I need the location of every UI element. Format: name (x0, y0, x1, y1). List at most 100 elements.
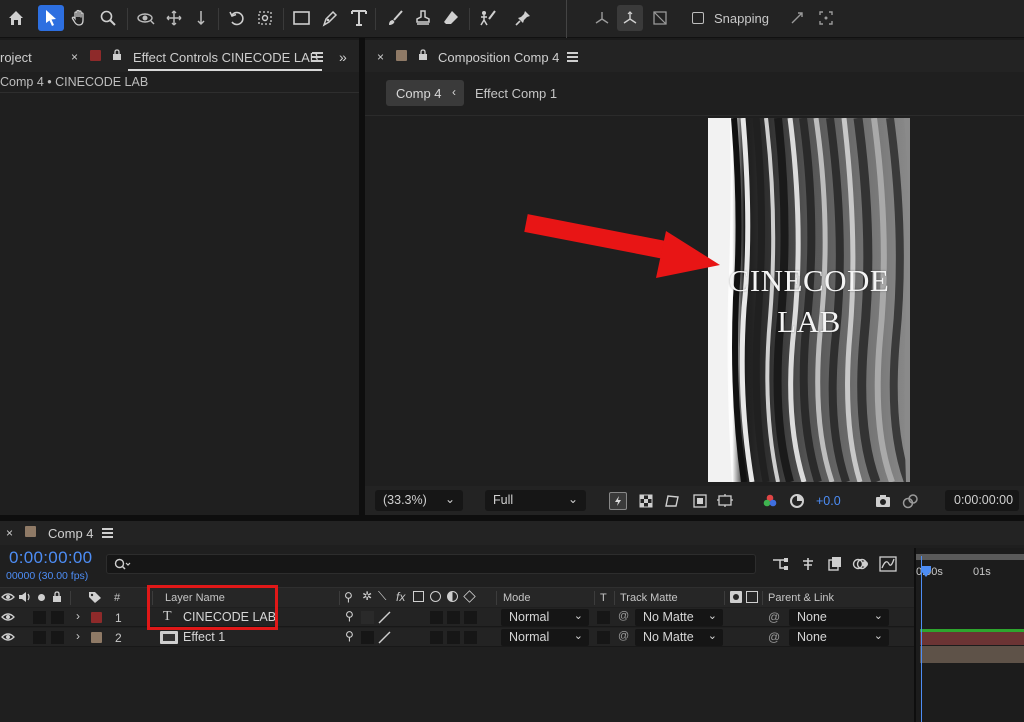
layer-duration-bar[interactable] (920, 646, 1024, 663)
pickwhip-icon[interactable]: @ (618, 630, 629, 642)
layer-label-color[interactable] (91, 632, 102, 643)
anchor-point-tool-icon[interactable] (252, 5, 278, 31)
layer-search-input[interactable] (106, 554, 756, 574)
comp-breadcrumb-nested[interactable]: Effect Comp 1 (475, 86, 557, 101)
layer-row[interactable]: › 1 T CINECODE LAB ⚲ Normal ⌄ @ No Matte… (0, 608, 916, 627)
resolution-dropdown[interactable]: Full ⌄ (485, 490, 586, 511)
collapse-switch-header-icon[interactable]: ✲ (362, 589, 372, 603)
3d-switch[interactable] (464, 631, 477, 644)
orbit-camera-icon[interactable] (133, 5, 159, 31)
layer-visibility-eye-icon[interactable] (1, 631, 15, 646)
preserve-transparency-toggle[interactable] (597, 611, 610, 624)
motion-blur-icon[interactable] (852, 555, 870, 573)
local-axis-mode-icon[interactable] (589, 5, 615, 31)
parent-pickwhip-icon[interactable]: @ (768, 610, 780, 624)
composition-viewer[interactable]: CINECODE LAB (708, 118, 910, 482)
rotation-tool-icon[interactable] (224, 5, 250, 31)
solo-toggle[interactable] (33, 611, 46, 624)
selection-tool-icon[interactable] (38, 5, 64, 31)
text-tool-icon[interactable] (346, 5, 372, 31)
quality-switch-icon[interactable] (378, 631, 391, 647)
track-matte-dropdown[interactable]: No Matte ⌄ (635, 629, 723, 646)
lock-header-icon[interactable] (52, 591, 62, 606)
world-axis-mode-icon[interactable] (617, 5, 643, 31)
quality-switch-header-icon[interactable]: ⟍ (378, 589, 386, 604)
comp-flowchart-icon[interactable] (771, 555, 789, 573)
clone-stamp-tool-icon[interactable] (410, 5, 436, 31)
roto-brush-tool-icon[interactable] (475, 5, 501, 31)
effects-switch-header[interactable]: fx (396, 590, 405, 604)
layer-duration-bar[interactable] (920, 629, 1024, 645)
collapse-switch[interactable] (361, 611, 374, 624)
blend-mode-dropdown[interactable]: Normal ⌄ (501, 609, 589, 626)
current-time-indicator[interactable] (921, 556, 931, 722)
comp-breadcrumb-active[interactable]: Comp 4 ‹ (386, 80, 464, 106)
work-area-bar[interactable] (916, 554, 1024, 560)
matte-invert-header-icon[interactable] (746, 591, 758, 603)
layer-name[interactable]: Effect 1 (183, 630, 225, 644)
3d-layer-header-icon[interactable] (463, 590, 476, 603)
tab-effect-controls[interactable]: Effect Controls CINECODE LAB (133, 50, 318, 65)
exposure-value[interactable]: +0.0 (816, 494, 841, 508)
3d-switch[interactable] (464, 611, 477, 624)
adjustment-switch[interactable] (447, 611, 460, 624)
adjustment-switch[interactable] (447, 631, 460, 644)
panel-menu-icon[interactable] (102, 528, 113, 540)
fast-previews-icon[interactable] (609, 492, 627, 510)
reset-exposure-icon[interactable] (788, 492, 806, 510)
lock-toggle[interactable] (51, 631, 64, 644)
view-axis-mode-icon[interactable] (647, 5, 673, 31)
grid-guides-icon[interactable] (717, 492, 735, 510)
show-snapshot-icon[interactable] (901, 492, 919, 510)
expand-chevron-right-icon[interactable]: › (76, 629, 80, 643)
preserve-transparency-toggle[interactable] (597, 631, 610, 644)
matte-visibility-header-icon[interactable] (730, 591, 742, 603)
pan-camera-icon[interactable] (161, 5, 187, 31)
transparency-grid-icon[interactable] (637, 492, 655, 510)
brush-tool-icon[interactable] (382, 5, 408, 31)
mask-path-visibility-icon[interactable] (663, 492, 681, 510)
layer-row[interactable]: › 2 Effect 1 ⚲ Normal ⌄ @ No Matte ⌄ @ N… (0, 628, 916, 647)
parent-pickwhip-icon[interactable]: @ (768, 630, 780, 644)
rectangle-tool-icon[interactable] (289, 5, 315, 31)
shy-layers-icon[interactable] (799, 555, 817, 573)
pen-tool-icon[interactable] (317, 5, 343, 31)
timeline-graph-area[interactable]: 0:00s 01s (916, 548, 1024, 722)
dolly-camera-icon[interactable] (188, 5, 214, 31)
motion-blur-switch-header-icon[interactable] (430, 591, 441, 602)
adjustment-layer-header-icon[interactable] (447, 591, 458, 602)
frame-blending-icon[interactable] (826, 555, 844, 573)
track-matte-dropdown[interactable]: No Matte ⌄ (635, 609, 723, 626)
panel-menu-icon[interactable] (567, 52, 578, 64)
magnification-dropdown[interactable]: (33.3%) ⌄ (375, 490, 463, 511)
snapshot-camera-icon[interactable] (874, 492, 892, 510)
close-tab-icon[interactable]: × (377, 50, 384, 64)
expand-chevron-right-icon[interactable]: › (76, 609, 80, 623)
parent-dropdown[interactable]: None ⌄ (789, 629, 889, 646)
solo-toggle[interactable] (33, 631, 46, 644)
current-time-display[interactable]: 0:00:00:00 (9, 548, 92, 568)
layer-visibility-eye-icon[interactable] (1, 611, 15, 626)
solo-header-icon[interactable] (38, 594, 45, 601)
tab-project[interactable]: roject (0, 50, 32, 65)
eraser-tool-icon[interactable] (438, 5, 464, 31)
frame-blend-switch-header-icon[interactable] (413, 591, 424, 602)
more-panels-icon[interactable]: » (339, 49, 347, 65)
close-tab-icon[interactable]: × (6, 526, 13, 540)
blend-mode-dropdown[interactable]: Normal ⌄ (501, 629, 589, 646)
hand-tool-icon[interactable] (66, 5, 92, 31)
lock-icon[interactable] (418, 49, 428, 64)
region-of-interest-icon[interactable] (691, 492, 709, 510)
label-tag-header-icon[interactable] (88, 591, 102, 607)
viewer-current-time[interactable]: 0:00:00:00 (945, 490, 1019, 511)
audio-header-icon[interactable] (18, 591, 32, 606)
collapse-switch[interactable] (361, 631, 374, 644)
panel-menu-icon[interactable] (312, 52, 323, 64)
snapping-checkbox[interactable] (692, 12, 704, 24)
layer-label-color[interactable] (91, 612, 102, 623)
lock-icon[interactable] (112, 49, 122, 64)
video-visibility-header-icon[interactable] (1, 591, 15, 606)
tab-composition[interactable]: Composition Comp 4 (438, 50, 559, 65)
shy-switch-icon[interactable]: ⚲ (345, 609, 354, 623)
pickwhip-icon[interactable]: @ (618, 610, 629, 622)
